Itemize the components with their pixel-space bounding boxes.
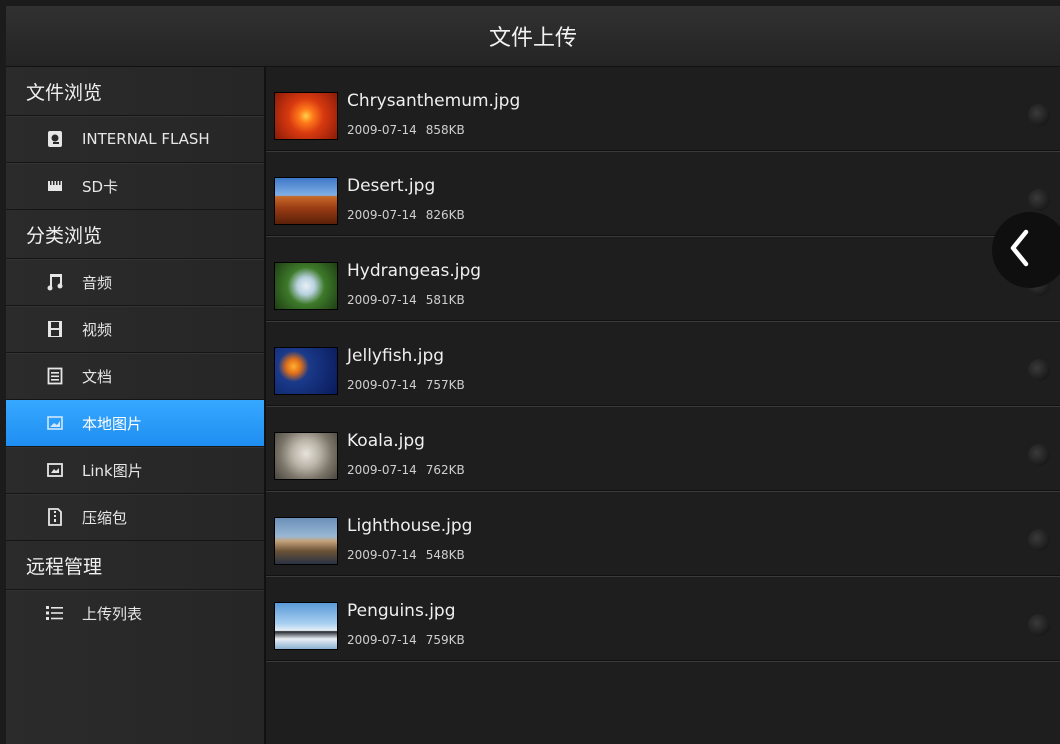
music-note-icon [46, 273, 64, 291]
image-icon [46, 414, 64, 432]
sidebar-item-label: 上传列表 [82, 604, 143, 623]
file-date: 2009-07-14 [347, 208, 417, 222]
file-row[interactable]: Penguins.jpg 2009-07-14 759KB [266, 577, 1060, 662]
file-meta: 2009-07-14 581KB [347, 293, 465, 307]
link-image-icon [46, 461, 64, 479]
internal-storage-icon [46, 130, 64, 148]
page-title: 文件上传 [488, 26, 577, 51]
sidebar-item-label: INTERNAL FLASH [82, 130, 210, 148]
file-thumbnail [274, 262, 338, 310]
select-radio[interactable] [1028, 614, 1050, 636]
file-thumbnail [274, 432, 338, 480]
file-row[interactable]: Koala.jpg 2009-07-14 762KB [266, 407, 1060, 492]
sidebar: 文件浏览 INTERNAL FLASH SD卡 分类浏览 音频 视频 文档 本地… [6, 67, 266, 744]
sidebar-item-label: 文档 [82, 367, 113, 386]
app-window: 文件上传 文件浏览 INTERNAL FLASH SD卡 分类浏览 音频 视频 … [0, 0, 1060, 744]
file-thumbnail [274, 347, 338, 395]
file-name: Jellyfish.jpg [347, 346, 445, 366]
select-radio[interactable] [1028, 529, 1050, 551]
file-row[interactable]: Lighthouse.jpg 2009-07-14 548KB [266, 492, 1060, 577]
section-header-category-browse: 分类浏览 [6, 210, 264, 259]
file-date: 2009-07-14 [347, 633, 417, 647]
file-name: Desert.jpg [347, 176, 436, 196]
file-size: 826KB [425, 208, 465, 222]
section-header-file-browse: 文件浏览 [6, 67, 264, 116]
sidebar-item-label: Link图片 [82, 461, 143, 480]
file-row[interactable]: Hydrangeas.jpg 2009-07-14 581KB [266, 237, 1060, 322]
sidebar-item-label: 视频 [82, 320, 113, 339]
file-meta: 2009-07-14 858KB [347, 123, 465, 137]
title-bar: 文件上传 [6, 6, 1060, 67]
sidebar-item-sd-card[interactable]: SD卡 [6, 163, 264, 210]
file-name: Koala.jpg [347, 431, 425, 451]
file-size: 762KB [425, 463, 465, 477]
section-header-remote-management: 远程管理 [6, 541, 264, 590]
file-size: 757KB [425, 378, 465, 392]
sidebar-item-label: SD卡 [82, 177, 119, 196]
file-name: Hydrangeas.jpg [347, 261, 482, 281]
sidebar-item-upload-list[interactable]: 上传列表 [6, 590, 264, 636]
sidebar-item-label: 本地图片 [82, 414, 143, 433]
select-radio[interactable] [1028, 444, 1050, 466]
sidebar-item-video[interactable]: 视频 [6, 306, 264, 353]
file-size: 858KB [425, 123, 465, 137]
sd-card-icon [46, 177, 64, 195]
file-date: 2009-07-14 [347, 293, 417, 307]
file-meta: 2009-07-14 826KB [347, 208, 465, 222]
file-row[interactable]: Chrysanthemum.jpg 2009-07-14 858KB [266, 67, 1060, 152]
file-date: 2009-07-14 [347, 463, 417, 477]
file-name: Chrysanthemum.jpg [347, 91, 521, 111]
sidebar-item-internal-flash[interactable]: INTERNAL FLASH [6, 116, 264, 163]
file-thumbnail [274, 602, 338, 650]
sidebar-item-link-images[interactable]: Link图片 [6, 447, 264, 494]
file-row[interactable]: Jellyfish.jpg 2009-07-14 757KB [266, 322, 1060, 407]
collapse-panel-button[interactable] [992, 212, 1060, 288]
file-meta: 2009-07-14 548KB [347, 548, 465, 562]
file-date: 2009-07-14 [347, 123, 417, 137]
file-size: 581KB [425, 293, 465, 307]
sidebar-item-label: 压缩包 [82, 508, 128, 527]
file-list: Chrysanthemum.jpg 2009-07-14 858KB Desert… [266, 67, 1060, 744]
select-radio[interactable] [1028, 189, 1050, 211]
film-icon [46, 320, 64, 338]
file-size: 548KB [425, 548, 465, 562]
file-thumbnail [274, 177, 338, 225]
chevron-left-icon [1008, 228, 1032, 272]
file-name: Lighthouse.jpg [347, 516, 473, 536]
file-row[interactable]: Desert.jpg 2009-07-14 826KB [266, 152, 1060, 237]
file-thumbnail [274, 517, 338, 565]
sidebar-item-audio[interactable]: 音频 [6, 259, 264, 306]
archive-icon [46, 508, 64, 526]
sidebar-item-archives[interactable]: 压缩包 [6, 494, 264, 541]
sidebar-item-documents[interactable]: 文档 [6, 353, 264, 400]
file-name: Penguins.jpg [347, 601, 456, 621]
select-radio[interactable] [1028, 359, 1050, 381]
file-meta: 2009-07-14 762KB [347, 463, 465, 477]
select-radio[interactable] [1028, 104, 1050, 126]
file-meta: 2009-07-14 759KB [347, 633, 465, 647]
file-thumbnail [274, 92, 338, 140]
file-date: 2009-07-14 [347, 378, 417, 392]
sidebar-item-local-images[interactable]: 本地图片 [6, 400, 264, 447]
file-size: 759KB [425, 633, 465, 647]
document-icon [46, 367, 64, 385]
file-date: 2009-07-14 [347, 548, 417, 562]
file-meta: 2009-07-14 757KB [347, 378, 465, 392]
list-icon [46, 604, 64, 622]
sidebar-item-label: 音频 [82, 273, 113, 292]
